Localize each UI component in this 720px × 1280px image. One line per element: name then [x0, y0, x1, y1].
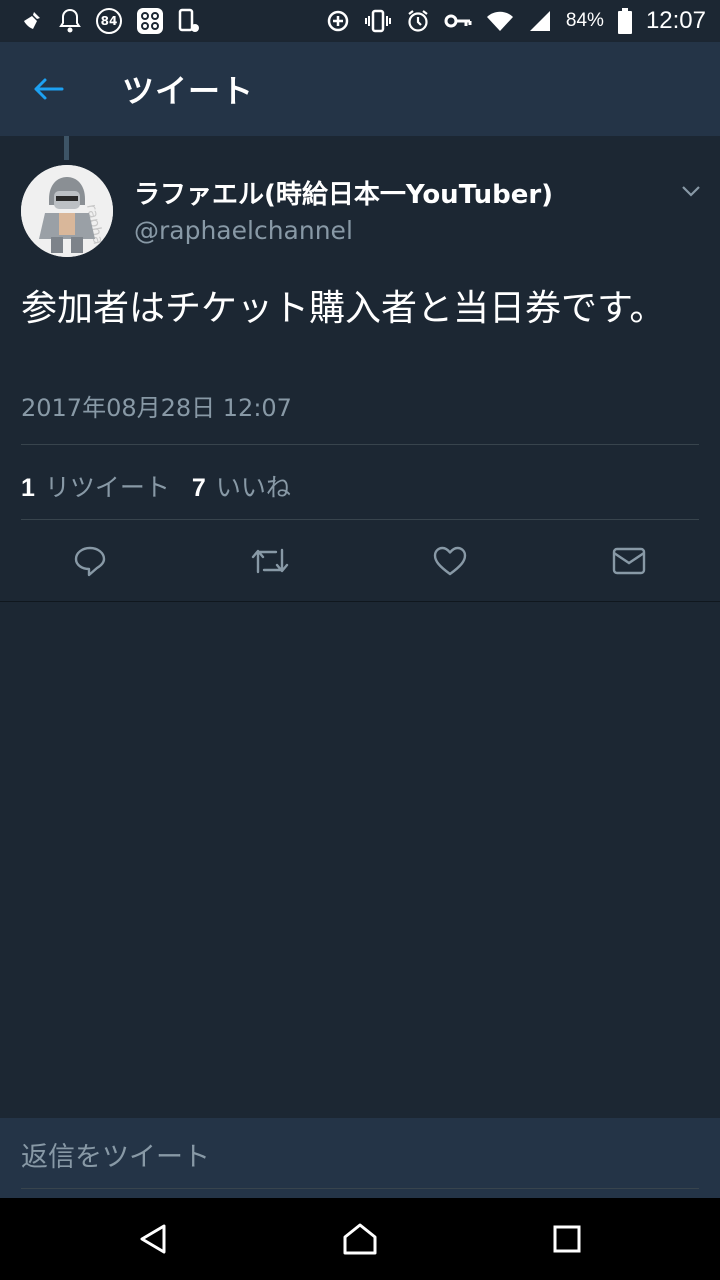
tweet-menu-button[interactable]: [676, 176, 706, 206]
divider: [0, 601, 720, 602]
tweet-detail: raphael ラファエル(時給日本一YouTuber) @raphaelcha…: [0, 136, 720, 602]
retweet-icon: [251, 548, 289, 574]
share-dm-button[interactable]: [607, 539, 651, 583]
system-nav-bar: [0, 1198, 720, 1280]
author-name[interactable]: ラファエル(時給日本一YouTuber): [134, 174, 553, 211]
home-icon: [343, 1223, 377, 1255]
nav-home-button[interactable]: [337, 1216, 383, 1262]
alarm-icon: [406, 9, 430, 33]
reply-bar: 返信をツイート: [0, 1118, 720, 1198]
page-title: ツイート: [122, 72, 255, 110]
thread-connector: [64, 136, 69, 160]
vibrate-icon: [364, 9, 392, 33]
reply-button[interactable]: [68, 539, 112, 583]
retweet-stat[interactable]: 1 リツイート: [21, 468, 170, 504]
nav-back-button[interactable]: [130, 1216, 176, 1262]
bell-icon: [58, 8, 82, 34]
reply-icon: [74, 546, 106, 577]
tweet-stats: 1 リツイート 7 いいね: [21, 466, 291, 506]
retweet-count: 1: [21, 474, 35, 502]
avatar[interactable]: raphael: [21, 165, 113, 257]
broom-icon: [20, 9, 44, 33]
vpn-key-icon: [444, 12, 472, 30]
nav-recents-button[interactable]: [544, 1216, 590, 1262]
retweet-label: リツイート: [44, 473, 170, 502]
avatar-image: raphael: [21, 165, 113, 257]
wifi-icon: [486, 9, 514, 33]
envelope-icon: [612, 547, 646, 575]
status-right: 84% 12:07: [326, 7, 706, 35]
chevron-down-icon: [682, 186, 700, 197]
back-arrow-icon: [34, 78, 64, 100]
heart-icon: [433, 546, 467, 576]
square-recents-icon: [553, 1225, 581, 1253]
phone-settings-icon: [178, 8, 200, 34]
divider: [21, 444, 699, 445]
battery-icon: [617, 8, 632, 34]
status-time: 12:07: [645, 7, 706, 34]
status-bar: 84 84% 12:07: [0, 0, 720, 42]
notification-count-badge: 84: [96, 8, 122, 34]
signal-icon: [528, 9, 552, 33]
like-stat[interactable]: 7 いいね: [192, 468, 291, 504]
like-label: いいね: [215, 473, 291, 502]
retweet-button[interactable]: [248, 539, 292, 583]
like-button[interactable]: [428, 539, 472, 583]
data-saver-icon: [326, 9, 350, 33]
tweet-timestamp: 2017年08月28日 12:07: [21, 394, 292, 422]
reply-input[interactable]: 返信をツイート: [21, 1138, 699, 1189]
app-bar: ツイート: [0, 42, 720, 136]
tweet-text: 参加者はチケット購入者と当日券です。: [21, 288, 666, 329]
author-handle[interactable]: @raphaelchannel: [134, 216, 353, 245]
triangle-back-icon: [140, 1224, 166, 1254]
status-left: 84: [20, 7, 200, 35]
like-count: 7: [191, 474, 206, 502]
tweet-actions: [0, 520, 720, 602]
back-button[interactable]: [24, 65, 72, 113]
app-grid-icon: [136, 7, 164, 35]
battery-percent: 84%: [565, 10, 604, 31]
